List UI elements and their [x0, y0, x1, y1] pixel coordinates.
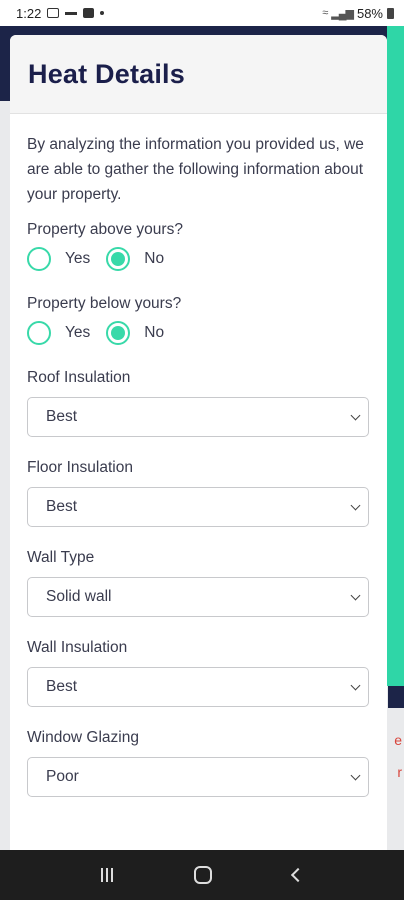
- radio-label: No: [144, 324, 165, 341]
- roof-insulation-select[interactable]: Best: [27, 397, 369, 437]
- field-window-glazing: Window Glazing Poor: [27, 729, 369, 797]
- question-property-above: Property above yours? Yes No: [27, 221, 369, 271]
- field-label: Window Glazing: [27, 729, 139, 746]
- heat-details-modal: Heat Details By analyzing the informatio…: [10, 35, 387, 850]
- question-label: Property above yours?: [27, 221, 183, 238]
- modal-header: Heat Details: [10, 35, 387, 114]
- chevron-down-icon: [350, 410, 361, 421]
- radio-label: Yes: [65, 250, 91, 267]
- status-left: 1:22: [16, 5, 105, 21]
- signal-icon: ▂▄▆: [331, 7, 354, 20]
- field-wall-insulation: Wall Insulation Best: [27, 639, 369, 707]
- radio-option-no[interactable]: No: [106, 321, 164, 345]
- modal-body: By analyzing the information you provide…: [10, 114, 387, 797]
- recents-icon[interactable]: [100, 868, 113, 882]
- select-value: Solid wall: [46, 588, 112, 605]
- radio-option-no[interactable]: No: [106, 247, 164, 271]
- floor-insulation-select[interactable]: Best: [27, 487, 369, 527]
- select-value: Best: [46, 498, 78, 515]
- field-roof-insulation: Roof Insulation Best: [27, 369, 369, 437]
- battery-text: 58%: [356, 5, 383, 21]
- status-right: ≈ ▂▄▆ 58%: [322, 6, 394, 21]
- field-label: Roof Insulation: [27, 369, 131, 386]
- select-value: Best: [46, 408, 78, 425]
- background-red-mark: e: [394, 732, 402, 748]
- field-label: Wall Insulation: [27, 639, 128, 656]
- image-icon: [47, 8, 60, 18]
- background-accent-strip: [387, 26, 404, 686]
- radio-button[interactable]: [27, 247, 51, 271]
- chat-icon: [83, 8, 95, 18]
- background-block: [388, 686, 404, 708]
- radio-group: Yes No: [27, 247, 369, 271]
- status-bar: 1:22 ≈ ▂▄▆ 58%: [0, 0, 404, 26]
- radio-option-yes[interactable]: Yes: [27, 247, 90, 271]
- radio-button[interactable]: [106, 321, 131, 345]
- select-value: Poor: [46, 768, 79, 785]
- field-wall-type: Wall Type Solid wall: [27, 549, 369, 617]
- dot-icon: [100, 11, 105, 15]
- wall-type-select[interactable]: Solid wall: [27, 577, 369, 617]
- radio-button[interactable]: [106, 247, 131, 271]
- radio-button[interactable]: [27, 321, 51, 345]
- background-red-mark: r: [397, 764, 402, 780]
- select-value: Best: [46, 678, 78, 695]
- radio-label: Yes: [65, 324, 91, 341]
- voicemail-icon: [65, 11, 78, 15]
- battery-icon: [387, 7, 394, 19]
- chevron-down-icon: [350, 590, 361, 601]
- field-floor-insulation: Floor Insulation Best: [27, 459, 369, 527]
- chevron-down-icon: [350, 500, 361, 511]
- modal-title: Heat Details: [28, 58, 185, 89]
- question-property-below: Property below yours? Yes No: [27, 295, 369, 345]
- intro-text: By analyzing the information you provide…: [27, 136, 364, 203]
- window-glazing-select[interactable]: Poor: [27, 757, 369, 797]
- home-icon[interactable]: [193, 866, 212, 884]
- back-icon[interactable]: [291, 867, 306, 883]
- chevron-down-icon: [350, 770, 361, 781]
- radio-group: Yes No: [27, 321, 369, 345]
- wifi-icon: ≈: [322, 7, 328, 19]
- wall-insulation-select[interactable]: Best: [27, 667, 369, 707]
- navigation-bar: [0, 850, 404, 900]
- field-label: Wall Type: [27, 549, 95, 566]
- status-time: 1:22: [16, 5, 42, 21]
- question-label: Property below yours?: [27, 295, 182, 312]
- radio-option-yes[interactable]: Yes: [27, 321, 90, 345]
- field-label: Floor Insulation: [27, 459, 133, 476]
- chevron-down-icon: [350, 680, 361, 691]
- radio-label: No: [144, 250, 165, 267]
